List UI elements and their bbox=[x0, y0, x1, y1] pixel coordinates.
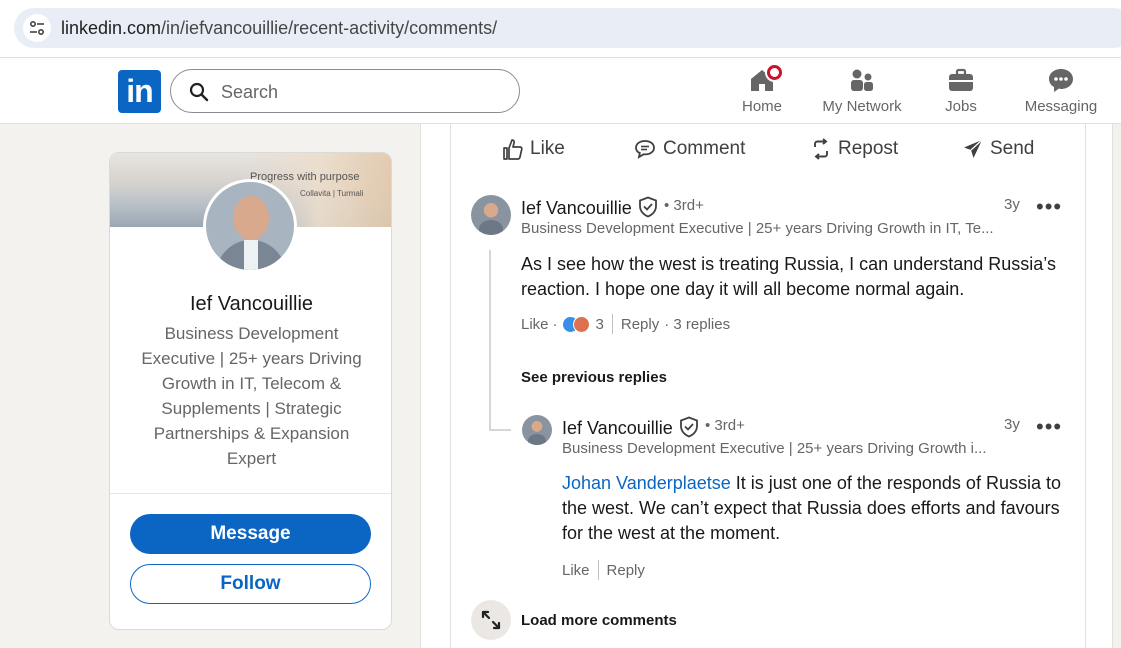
repost-label: Repost bbox=[838, 138, 899, 159]
comment-text: As I see how the west is treating Russia… bbox=[521, 254, 1056, 299]
comment-more-options-icon[interactable]: ••• bbox=[1036, 196, 1062, 218]
briefcase-icon bbox=[949, 68, 973, 91]
reply-avatar[interactable] bbox=[522, 415, 552, 445]
reply-author-name[interactable]: Ief Vancouillie bbox=[562, 418, 673, 439]
thread-line bbox=[489, 250, 491, 430]
reply-actions: Like Reply bbox=[562, 560, 645, 580]
like-label: Like bbox=[530, 138, 565, 159]
verified-shield-icon bbox=[639, 196, 657, 218]
replies-count[interactable]: · 3 replies bbox=[664, 316, 730, 333]
thumbs-up-icon bbox=[503, 139, 523, 160]
action-divider bbox=[611, 314, 613, 334]
nav-label-my-network: My Network bbox=[822, 98, 902, 115]
profile-name[interactable]: Ief Vancouillie bbox=[110, 293, 391, 316]
thread-connector bbox=[489, 429, 511, 431]
nav-label-home: Home bbox=[741, 98, 782, 115]
profile-headline: Business Development Executive | 25+ yea… bbox=[141, 324, 362, 468]
follow-button[interactable]: Follow bbox=[130, 564, 371, 604]
card-divider bbox=[110, 493, 391, 494]
search-icon bbox=[189, 82, 209, 102]
search-box[interactable] bbox=[170, 69, 520, 113]
comment-timestamp: 3y bbox=[1004, 196, 1020, 213]
dot-separator: · bbox=[552, 315, 558, 333]
connection-degree: • 3rd+ bbox=[664, 197, 704, 214]
nav-label-messaging: Messaging bbox=[1024, 98, 1098, 115]
reply-timestamp: 3y bbox=[1004, 416, 1020, 433]
reply-reply-button[interactable]: Reply bbox=[607, 562, 645, 579]
url-field[interactable]: linkedin.com/in/iefvancouillie/recent-ac… bbox=[14, 8, 1121, 48]
nav-item-home[interactable]: Home bbox=[736, 63, 788, 122]
url-text: linkedin.com/in/iefvancouillie/recent-ac… bbox=[61, 18, 497, 39]
reply-more-options-icon[interactable]: ••• bbox=[1036, 416, 1062, 438]
search-input[interactable] bbox=[221, 80, 501, 104]
like-button[interactable]: Like bbox=[503, 134, 565, 164]
expand-icon bbox=[471, 600, 511, 640]
reply-text: Johan Vanderplaetse It is just one of th… bbox=[562, 471, 1072, 546]
reply-connection-degree: • 3rd+ bbox=[705, 417, 745, 434]
nav-item-messaging[interactable]: Messaging bbox=[1022, 66, 1100, 122]
comment-button[interactable]: Comment bbox=[634, 134, 745, 164]
linkedin-logo[interactable]: in bbox=[118, 70, 161, 113]
repost-button[interactable]: Repost bbox=[811, 134, 898, 164]
nav-item-my-network[interactable]: My Network bbox=[816, 66, 908, 122]
send-icon bbox=[964, 139, 983, 158]
load-more-comments-button[interactable]: Load more comments bbox=[471, 600, 677, 640]
see-previous-replies-button[interactable]: See previous replies bbox=[521, 369, 667, 386]
reactions-icon[interactable] bbox=[561, 315, 590, 333]
send-button[interactable]: Send bbox=[963, 134, 1034, 164]
mention-link[interactable]: Johan Vanderplaetse bbox=[562, 473, 731, 493]
banner-subtitle: Collavita | Turmali bbox=[300, 189, 364, 198]
comment-icon bbox=[635, 140, 655, 159]
love-reaction-icon bbox=[572, 315, 590, 333]
reply-like-button[interactable]: Like bbox=[562, 562, 590, 579]
post-card: Like Comment Repost Send Ief Vancouillie… bbox=[450, 124, 1086, 648]
messaging-icon bbox=[1049, 69, 1073, 92]
send-label: Send bbox=[990, 138, 1035, 159]
post-action-bar: Like Comment Repost Send bbox=[451, 124, 1087, 174]
comment-reply-button[interactable]: Reply bbox=[621, 316, 659, 333]
nav-item-jobs[interactable]: Jobs bbox=[940, 66, 982, 122]
url-host: linkedin.com bbox=[61, 18, 162, 38]
profile-card: Progress with purpose Collavita | Turmal… bbox=[109, 152, 392, 630]
profile-avatar[interactable] bbox=[203, 179, 297, 273]
commenter-headline: Business Development Executive | 25+ yea… bbox=[521, 220, 994, 237]
comment-like-button[interactable]: Like bbox=[521, 316, 549, 333]
network-icon bbox=[851, 69, 873, 91]
comment-label: Comment bbox=[663, 138, 746, 159]
message-button[interactable]: Message bbox=[130, 514, 371, 554]
notification-badge bbox=[765, 63, 784, 82]
reaction-count[interactable]: 3 bbox=[596, 316, 604, 333]
site-settings-icon[interactable] bbox=[23, 14, 51, 42]
browser-address-bar: linkedin.com/in/iefvancouillie/recent-ac… bbox=[0, 0, 1121, 58]
url-path: /in/iefvancouillie/recent-activity/comme… bbox=[161, 18, 498, 38]
nav-label-jobs: Jobs bbox=[945, 98, 977, 115]
load-more-label: Load more comments bbox=[521, 611, 677, 629]
commenter-avatar[interactable] bbox=[471, 195, 511, 235]
commenter-name[interactable]: Ief Vancouillie bbox=[521, 198, 632, 219]
repost-icon bbox=[814, 138, 828, 160]
verified-shield-icon bbox=[680, 416, 698, 438]
linkedin-global-nav: in Home My Network Jobs Messaging bbox=[0, 58, 1121, 124]
reply-author-headline: Business Development Executive | 25+ yea… bbox=[562, 440, 987, 457]
action-divider bbox=[597, 560, 599, 580]
comment-actions: Like · 3 Reply · 3 replies bbox=[521, 314, 730, 334]
